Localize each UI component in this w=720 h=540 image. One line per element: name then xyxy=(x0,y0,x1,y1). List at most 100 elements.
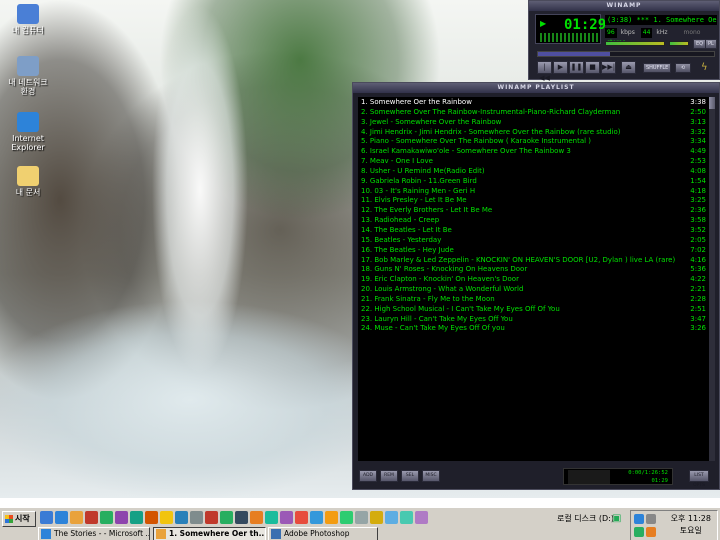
previous-button[interactable]: |◀◀ xyxy=(537,61,552,82)
elapsed-time[interactable]: 01:29 xyxy=(564,17,606,33)
quick-launch-app-icon[interactable] xyxy=(235,511,248,524)
playlist-item[interactable]: 1. Somewhere Oer the Rainbow 3:38 xyxy=(361,98,706,108)
next-button[interactable]: ▶▶| xyxy=(601,61,616,74)
quick-launch-app-icon[interactable] xyxy=(115,511,128,524)
remove-button[interactable]: REM xyxy=(380,470,398,482)
quick-launch-app-icon[interactable] xyxy=(40,511,53,524)
clock[interactable]: 오후 11:28 토요일 xyxy=(671,513,711,537)
taskbar-button[interactable]: 1. Somewhere Oer th... xyxy=(153,527,266,540)
quick-launch-app-icon[interactable] xyxy=(85,511,98,524)
desktop-my-computer[interactable]: 내 컴퓨터 xyxy=(4,4,52,35)
playlist-item[interactable]: 13. Radiohead - Creep 3:58 xyxy=(361,216,706,226)
quick-launch-app-icon[interactable] xyxy=(70,511,83,524)
quick-launch-app-icon[interactable] xyxy=(55,511,68,524)
playlist-scrollbar[interactable] xyxy=(709,97,715,461)
playlist-item[interactable]: 12. The Everly Brothers - Let It Be Me 2:… xyxy=(361,206,706,216)
task-app-icon xyxy=(41,529,51,539)
playlist-titlebar[interactable]: WINAMP PLAYLIST xyxy=(353,83,719,93)
taskbar-button[interactable]: The Stories - - Microsoft ... xyxy=(38,527,150,540)
playlist-item[interactable]: 18. Guns N' Roses - Knocking On Heavens … xyxy=(361,265,706,275)
misc-button[interactable]: MISC xyxy=(422,470,440,482)
playlist-item[interactable]: 4. Jimi Hendrix - Jimi Hendrix - Somewhe… xyxy=(361,128,706,138)
quick-launch-app-icon[interactable] xyxy=(340,511,353,524)
playlist-window[interactable]: WINAMP PLAYLIST 1. Somewhere Oer the Rai… xyxy=(352,82,720,490)
add-button[interactable]: ADD xyxy=(359,470,377,482)
seek-bar[interactable] xyxy=(537,51,715,57)
repeat-button[interactable]: ⟲ xyxy=(675,63,691,73)
system-tray: 오후 11:28 토요일 xyxy=(630,510,718,540)
winamp-main-window[interactable]: WINAMP ▶ 01:29 (3:38) *** 1. Somewhere O… xyxy=(528,0,720,82)
quick-launch-app-icon[interactable] xyxy=(160,511,173,524)
desktop-network[interactable]: 내 네트워크 환경 xyxy=(4,56,52,96)
drive-icon[interactable]: ▣ xyxy=(612,513,624,525)
quick-launch-app-icon[interactable] xyxy=(145,511,158,524)
playlist-list[interactable]: 1. Somewhere Oer the Rainbow 3:38 2. Somew… xyxy=(358,97,709,461)
eject-button[interactable]: ⏏ xyxy=(621,61,636,74)
scrollbar-thumb[interactable] xyxy=(709,97,715,109)
track-duration: 2:05 xyxy=(690,235,706,244)
balance-slider[interactable] xyxy=(669,41,689,46)
playlist-item[interactable]: 5. Piano - Somewhere Over The Rainbow ( … xyxy=(361,137,706,147)
playlist-item[interactable]: 20. Louis Armstrong - What a Wonderful W… xyxy=(361,285,706,295)
mini-time: 01:29 xyxy=(651,478,668,484)
playlist-item[interactable]: 22. High School Musical - I Can't Take M… xyxy=(361,305,706,315)
winamp-logo-icon[interactable]: ϟ xyxy=(701,62,713,74)
volume-tray-icon[interactable] xyxy=(646,514,656,524)
volume-slider[interactable] xyxy=(605,41,665,46)
winamp-titlebar[interactable]: WINAMP xyxy=(529,1,719,11)
quick-launch-app-icon[interactable] xyxy=(280,511,293,524)
quick-launch-app-icon[interactable] xyxy=(370,511,383,524)
quick-launch-app-icon[interactable] xyxy=(205,511,218,524)
quick-launch-app-icon[interactable] xyxy=(220,511,233,524)
pause-button[interactable]: ❚❚ xyxy=(569,61,584,74)
quick-launch-app-icon[interactable] xyxy=(415,511,428,524)
playlist-button[interactable]: PL xyxy=(705,39,717,49)
messenger-tray-icon[interactable] xyxy=(634,527,644,537)
quick-launch-app-icon[interactable] xyxy=(190,511,203,524)
start-button[interactable]: 시작 xyxy=(2,511,36,527)
stop-button[interactable]: ■ xyxy=(585,61,600,74)
network-tray-icon[interactable] xyxy=(634,514,644,524)
playlist-item[interactable]: 6. Israel Kamakawiwo'ole - Somewhere Ove… xyxy=(361,147,706,157)
playlist-item[interactable]: 9. Gabriela Robin - 11.Green Bird 1:54 xyxy=(361,177,706,187)
quick-launch-app-icon[interactable] xyxy=(100,511,113,524)
playlist-item[interactable]: 7. Meav - One I Love 2:53 xyxy=(361,157,706,167)
address-label[interactable]: 로컬 디스크 (D:) xyxy=(557,513,614,524)
task-label: The Stories - - Microsoft ... xyxy=(54,529,150,538)
playlist-item[interactable]: 15. Beatles - Yesterday 2:05 xyxy=(361,236,706,246)
taskbar-button[interactable]: Adobe Photoshop xyxy=(268,527,378,540)
visualizer[interactable] xyxy=(540,33,598,42)
quick-launch-app-icon[interactable] xyxy=(325,511,338,524)
play-indicator-icon: ▶ xyxy=(540,19,547,28)
playlist-item[interactable]: 3. Jewel - Somewhere Over the Rainbow 3:1… xyxy=(361,118,706,128)
antivirus-tray-icon[interactable] xyxy=(646,527,656,537)
select-button[interactable]: SEL xyxy=(401,470,419,482)
quick-launch-app-icon[interactable] xyxy=(250,511,263,524)
volume-balance[interactable]: EQ PL xyxy=(605,39,717,49)
quick-launch-app-icon[interactable] xyxy=(400,511,413,524)
quick-launch-app-icon[interactable] xyxy=(265,511,278,524)
playlist-item[interactable]: 8. Usher - U Remind Me(Radio Edit) 4:08 xyxy=(361,167,706,177)
playlist-item[interactable]: 11. Elvis Presley - Let It Be Me 3:25 xyxy=(361,196,706,206)
playlist-item[interactable]: 23. Lauryn Hill - Can't Take My Eyes Off… xyxy=(361,315,706,325)
play-button[interactable]: ▶ xyxy=(553,61,568,74)
playlist-item[interactable]: 17. Bob Marley & Led Zeppelin - KNOCKIN'… xyxy=(361,256,706,266)
quick-launch-app-icon[interactable] xyxy=(175,511,188,524)
desktop-internet-explorer[interactable]: Internet Explorer xyxy=(4,112,52,152)
quick-launch-app-icon[interactable] xyxy=(295,511,308,524)
playlist-item[interactable]: 16. The Beatles - Hey Jude 7:02 xyxy=(361,246,706,256)
list-options-button[interactable]: LIST OPTS xyxy=(689,470,709,488)
quick-launch-app-icon[interactable] xyxy=(130,511,143,524)
playlist-item[interactable]: 24. Muse - Can't Take My Eyes Off Of you… xyxy=(361,324,706,334)
playlist-item[interactable]: 14. The Beatles - Let It Be 3:52 xyxy=(361,226,706,236)
quick-launch-app-icon[interactable] xyxy=(355,511,368,524)
playlist-item[interactable]: 19. Eric Clapton - Knockin' On Heaven's … xyxy=(361,275,706,285)
song-title-display[interactable]: (3:38) *** 1. Somewhere Oer th xyxy=(605,15,717,25)
playlist-item[interactable]: 21. Frank Sinatra - Fly Me to the Moon 2:… xyxy=(361,295,706,305)
quick-launch-app-icon[interactable] xyxy=(385,511,398,524)
desktop-my-documents[interactable]: 내 문서 xyxy=(4,166,52,197)
playlist-item[interactable]: 10. 03 - It's Raining Men - Geri H 4:18 xyxy=(361,187,706,197)
quick-launch-app-icon[interactable] xyxy=(310,511,323,524)
shuffle-button[interactable]: SHUFFLE xyxy=(643,63,672,73)
playlist-item[interactable]: 2. Somewhere Over The Rainbow-Instrument… xyxy=(361,108,706,118)
